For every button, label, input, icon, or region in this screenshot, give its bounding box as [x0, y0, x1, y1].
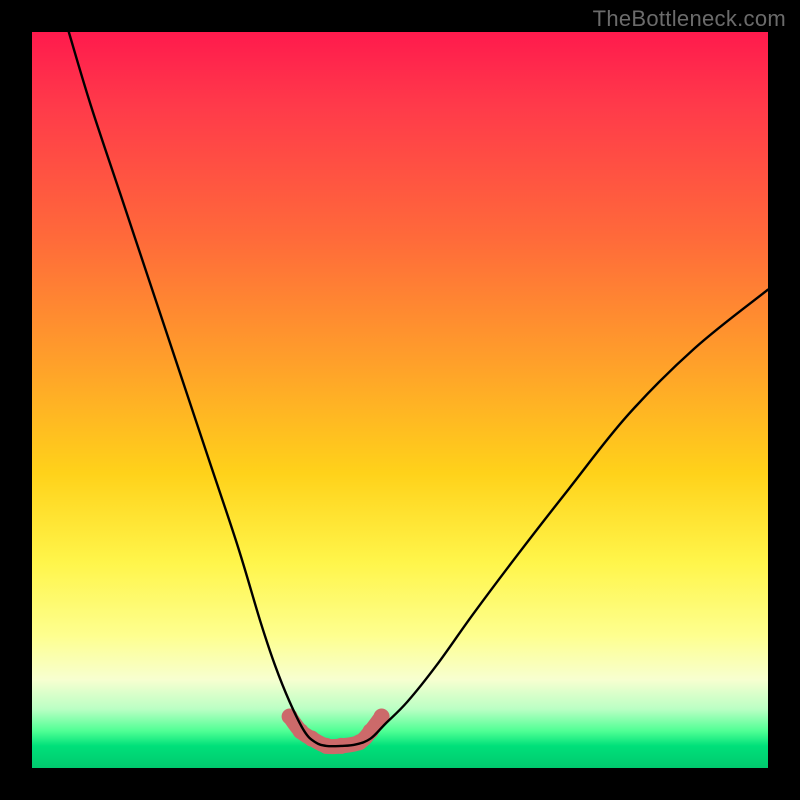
chart-frame: TheBottleneck.com [0, 0, 800, 800]
watermark-text: TheBottleneck.com [593, 6, 786, 32]
plot-area [32, 32, 768, 768]
bottleneck-curve [69, 32, 768, 746]
valley-marker-dot [363, 723, 379, 739]
curve-layer [32, 32, 768, 768]
